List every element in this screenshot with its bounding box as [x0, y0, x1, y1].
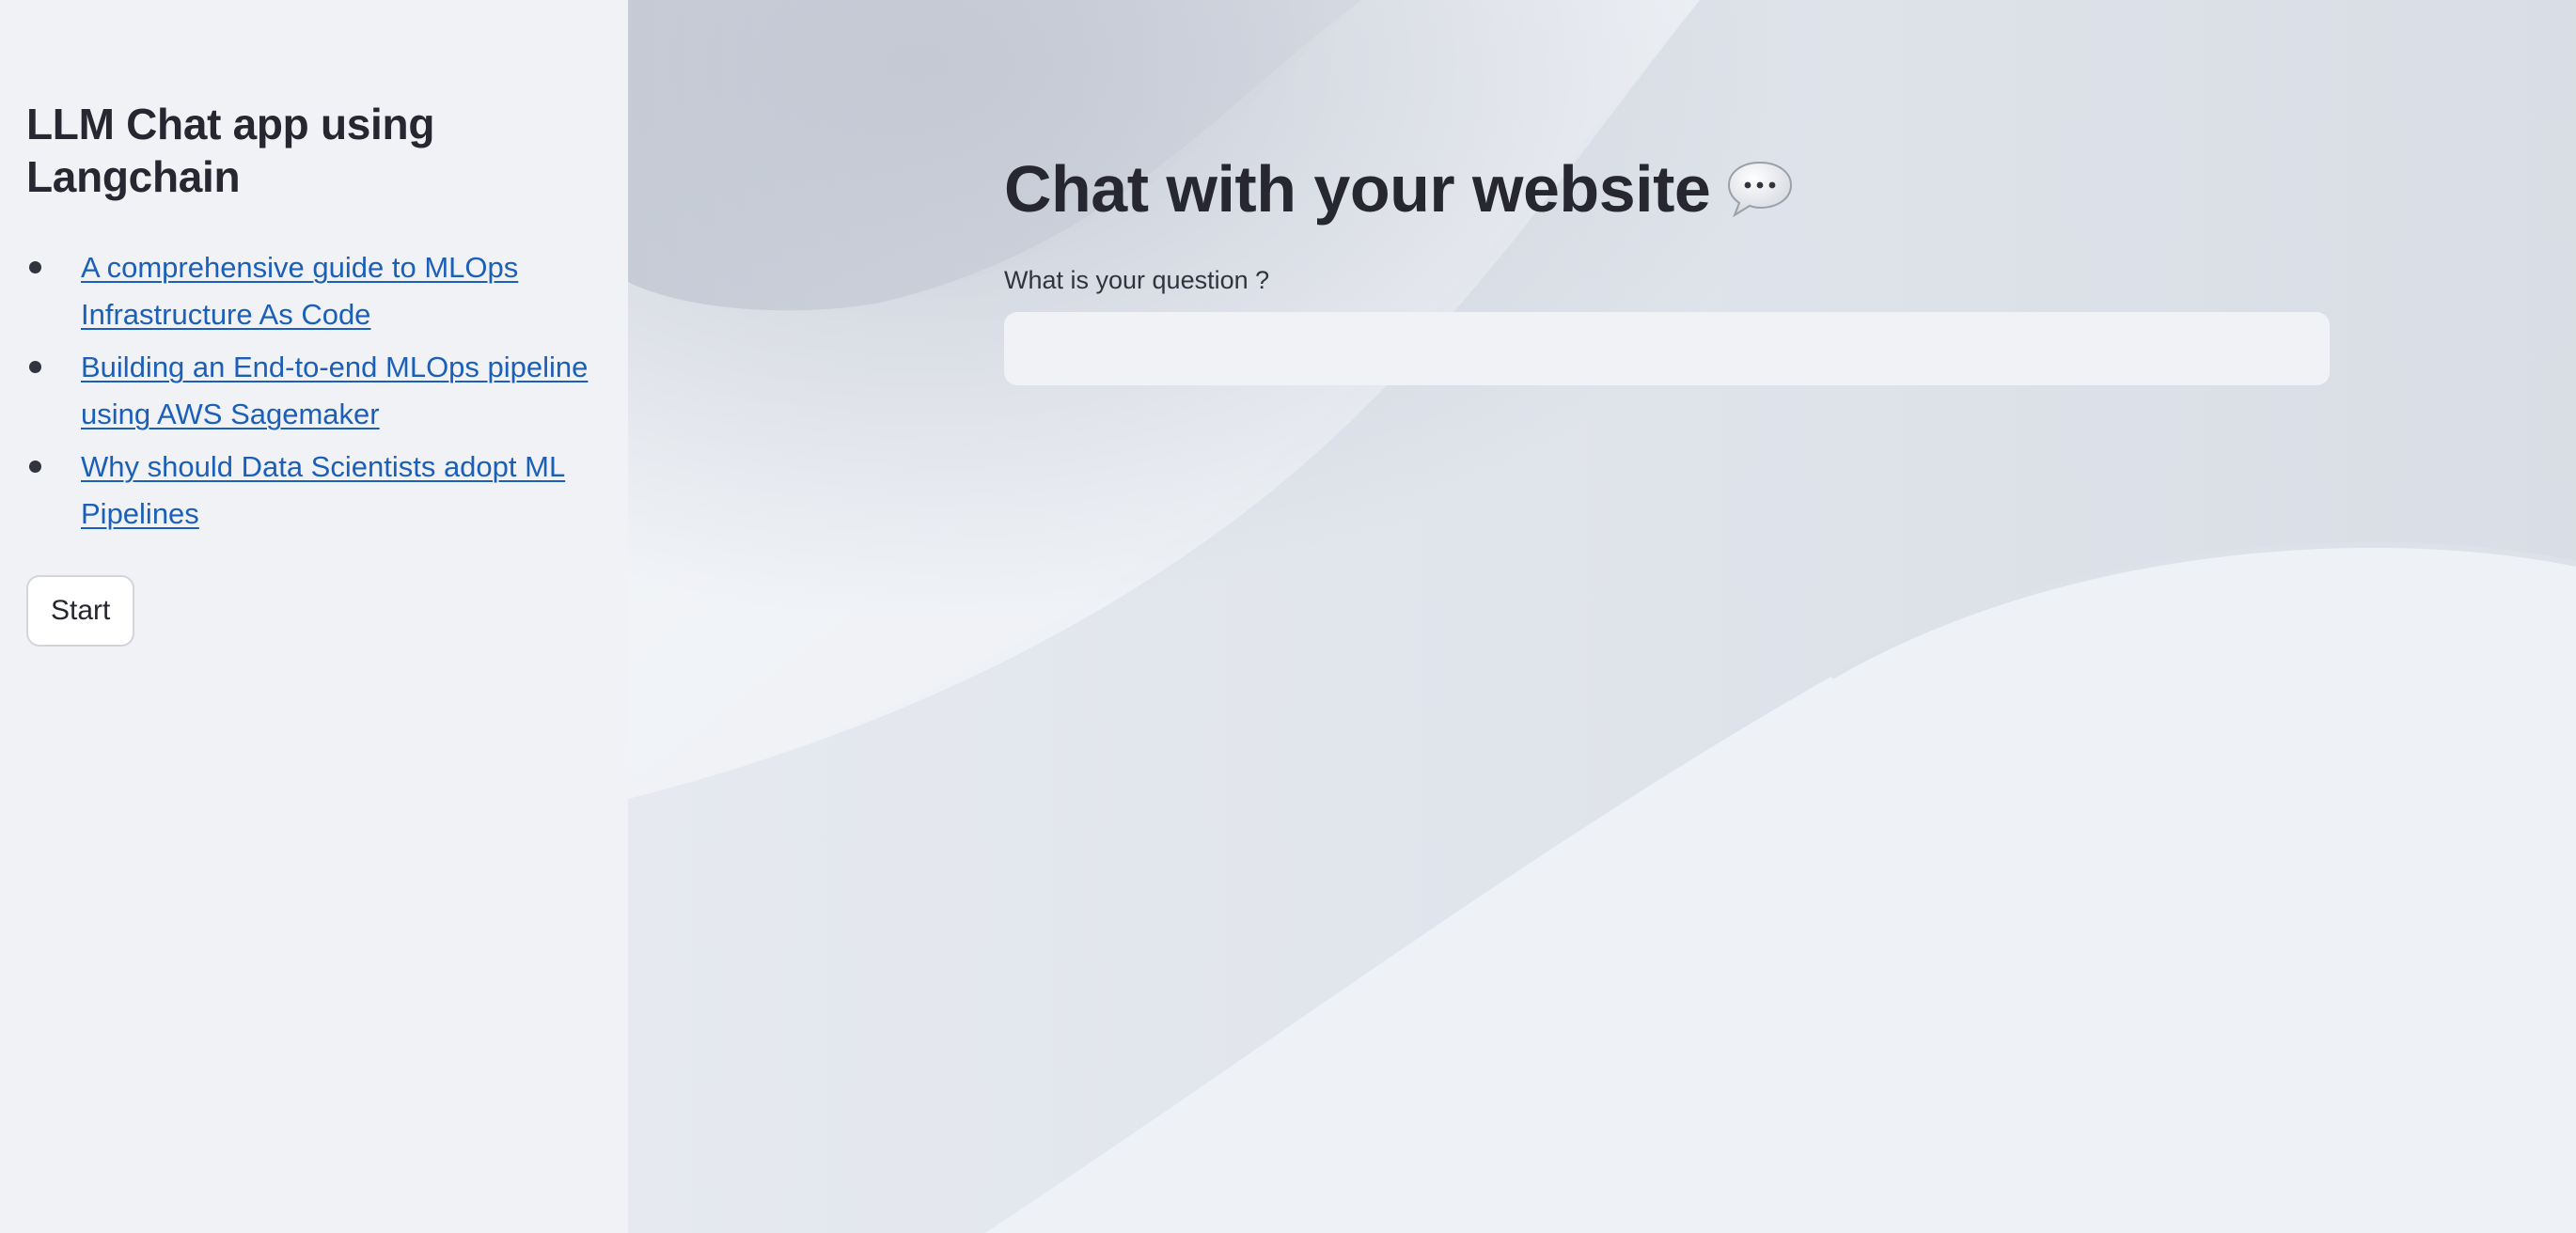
article-link-ml-pipelines[interactable]: Why should Data Scientists adopt ML Pipe…	[81, 450, 565, 530]
start-button[interactable]: Start	[26, 575, 135, 647]
bullet-icon	[29, 361, 41, 373]
sidebar: LLM Chat app using Langchain A comprehen…	[0, 0, 628, 1233]
main-area: Chat with your website What is your ques…	[628, 0, 2576, 1233]
page-title-text: Chat with your website	[1004, 152, 1711, 226]
list-item: A comprehensive guide to MLOps Infrastru…	[26, 244, 602, 338]
speech-balloon-icon	[1728, 161, 1793, 218]
bullet-icon	[29, 261, 41, 273]
bullet-icon	[29, 460, 41, 473]
sidebar-title: LLM Chat app using Langchain	[26, 100, 435, 201]
article-link-sagemaker-pipeline[interactable]: Building an End-to-end MLOps pipeline us…	[81, 351, 588, 430]
article-link-mlops-iac[interactable]: A comprehensive guide to MLOps Infrastru…	[81, 251, 518, 331]
list-item: Building an End-to-end MLOps pipeline us…	[26, 344, 602, 438]
question-input[interactable]	[1004, 312, 2330, 385]
page-title: Chat with your website	[1004, 141, 2330, 237]
list-item: Why should Data Scientists adopt ML Pipe…	[26, 444, 602, 538]
article-link-list: A comprehensive guide to MLOps Infrastru…	[26, 244, 602, 538]
main-content: Chat with your website What is your ques…	[1004, 141, 2330, 385]
question-label: What is your question ?	[1004, 266, 1270, 294]
